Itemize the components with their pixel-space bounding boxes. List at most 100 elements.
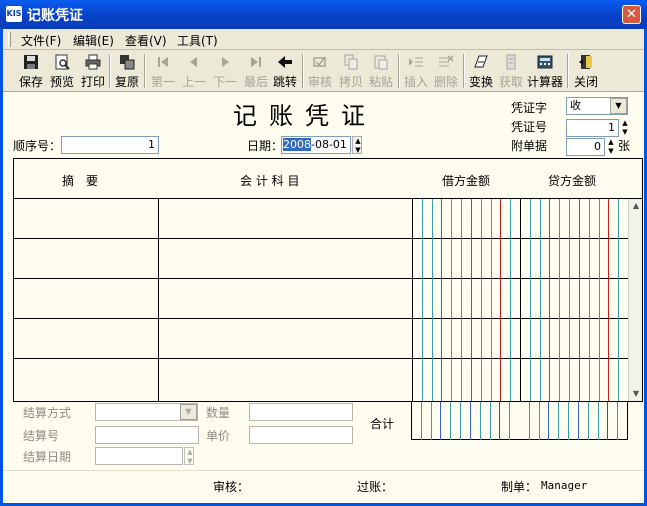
- voucher-number-value: 1: [608, 121, 615, 134]
- menu-tools[interactable]: 工具(T): [177, 32, 218, 49]
- close-button[interactable]: 关闭: [572, 52, 600, 90]
- amount-digit-line: [528, 402, 530, 440]
- settle-date-stepper[interactable]: ▲ ▼: [184, 447, 194, 465]
- amount-digit-line: [587, 402, 589, 440]
- sequence-value: 1: [148, 138, 155, 151]
- transform-button[interactable]: 变换: [467, 52, 495, 90]
- amount-digit-line: [420, 402, 422, 440]
- unit-price-field[interactable]: [249, 426, 353, 444]
- amount-digit-line: [480, 199, 482, 401]
- prev-button[interactable]: 上一: [180, 52, 208, 90]
- col-debit-header: 借方金额: [442, 174, 491, 188]
- jump-icon: [278, 56, 292, 68]
- grid-row[interactable]: [14, 359, 629, 399]
- restore-button[interactable]: 复原: [113, 52, 141, 90]
- amount-digit-line: [460, 402, 462, 440]
- amount-digit-line: [558, 402, 560, 440]
- restore-icon: [120, 55, 135, 70]
- delete-button[interactable]: 删除: [432, 52, 460, 90]
- first-button[interactable]: 第一: [149, 52, 177, 90]
- sequence-label: 顺序号：: [13, 139, 62, 153]
- voucher-number-label: 凭证号: [511, 120, 548, 134]
- menu-file[interactable]: 文件(F): [21, 32, 61, 49]
- audit-status-label: 审核：: [213, 480, 250, 494]
- date-stepper[interactable]: ▲ ▼: [352, 136, 362, 154]
- attachment-stepper[interactable]: ▲ ▼: [606, 138, 616, 156]
- attachment-count-field[interactable]: 0: [566, 138, 605, 156]
- menu-edit[interactable]: 编辑(E): [73, 32, 114, 49]
- amount-digit-line: [490, 199, 492, 401]
- sequence-field[interactable]: 1: [61, 136, 159, 154]
- insert-button[interactable]: 插入: [402, 52, 430, 90]
- settle-number-label: 结算号: [23, 429, 60, 443]
- voucher-number-field[interactable]: 1: [566, 119, 619, 137]
- maker-label: 制单：: [501, 480, 538, 494]
- voucher-window: KIS 记账凭证 ✕ 文件(F) 编辑(E) 查看(V) 工具(T) 保存 预览…: [0, 0, 647, 506]
- print-button[interactable]: 打印: [79, 52, 107, 90]
- col-credit-header: 贷方金额: [548, 174, 597, 188]
- jump-button[interactable]: 跳转: [271, 52, 299, 90]
- next-button[interactable]: 下一: [211, 52, 239, 90]
- first-icon: [158, 57, 168, 67]
- amount-digit-line: [529, 199, 531, 401]
- date-field[interactable]: 2008-08-01: [281, 136, 351, 154]
- last-button[interactable]: 最后: [242, 52, 270, 90]
- vertical-scrollbar[interactable]: ▲ ▼: [628, 199, 642, 401]
- fetch-button[interactable]: 获取: [497, 52, 525, 90]
- preview-button[interactable]: 预览: [48, 52, 76, 90]
- spin-up-icon[interactable]: ▲: [620, 119, 630, 128]
- settlement-panel: 结算方式 ▼ 结算号 结算日期 ▲ ▼ 数量 单价 合计: [13, 402, 643, 468]
- spin-up-icon[interactable]: ▲: [353, 137, 363, 146]
- scroll-up-icon[interactable]: ▲: [629, 199, 643, 213]
- paste-button[interactable]: 粘贴: [367, 52, 395, 90]
- quantity-field[interactable]: [249, 403, 353, 421]
- audit-icon: [313, 56, 326, 67]
- spin-down-icon[interactable]: ▼: [353, 146, 363, 155]
- spin-up-icon[interactable]: ▲: [185, 448, 195, 457]
- fetch-icon: [506, 54, 516, 70]
- amount-digit-line: [450, 402, 452, 440]
- voucher-type-value: 收: [570, 99, 581, 112]
- calculator-button[interactable]: 计算器: [525, 52, 565, 90]
- amount-digit-line: [431, 199, 433, 401]
- col-divider: [412, 199, 413, 401]
- audit-button[interactable]: 审核: [306, 52, 334, 90]
- post-status-label: 过账：: [357, 480, 394, 494]
- amount-digit-line: [510, 199, 512, 401]
- spin-down-icon[interactable]: ▼: [606, 147, 616, 156]
- spin-down-icon[interactable]: ▼: [185, 457, 195, 466]
- amount-digit-line: [617, 402, 619, 440]
- title-bar[interactable]: KIS 记账凭证 ✕: [0, 0, 647, 29]
- close-window-button[interactable]: ✕: [622, 5, 641, 24]
- scroll-down-icon[interactable]: ▼: [629, 387, 643, 401]
- copy-button[interactable]: 拷贝: [337, 52, 365, 90]
- next-icon: [222, 57, 229, 67]
- amount-digit-line: [440, 402, 442, 440]
- settle-date-field[interactable]: [95, 447, 183, 465]
- grid-header: 摘 要 会 计 科 目 借方金额 贷方金额: [14, 159, 642, 199]
- spin-up-icon[interactable]: ▲: [606, 138, 616, 147]
- settle-number-field[interactable]: [95, 426, 199, 444]
- amount-digit-line: [461, 199, 463, 401]
- amount-digit-line: [549, 199, 551, 401]
- save-button[interactable]: 保存: [17, 52, 45, 90]
- menu-view[interactable]: 查看(V): [125, 32, 167, 49]
- date-rest: -08-01: [311, 138, 347, 151]
- grid-row[interactable]: [14, 199, 629, 239]
- grid-row[interactable]: [14, 239, 629, 279]
- calculator-icon: [537, 55, 553, 69]
- menu-bar: 文件(F) 编辑(E) 查看(V) 工具(T): [3, 29, 644, 50]
- amount-digit-line: [451, 199, 453, 401]
- chevron-down-icon[interactable]: ▼: [610, 98, 627, 114]
- grid-row[interactable]: [14, 279, 629, 319]
- chevron-down-icon[interactable]: ▼: [180, 404, 197, 420]
- maker-value: Manager: [541, 479, 588, 492]
- spin-down-icon[interactable]: ▼: [620, 128, 630, 137]
- unit-price-label: 单价: [206, 429, 231, 443]
- prev-icon: [190, 57, 197, 67]
- toolbar-separator: [463, 54, 465, 88]
- debit-credit-divider: [520, 199, 521, 401]
- voucher-number-stepper[interactable]: ▲ ▼: [620, 119, 630, 137]
- amount-digit-line: [597, 402, 599, 440]
- grid-row[interactable]: [14, 319, 629, 359]
